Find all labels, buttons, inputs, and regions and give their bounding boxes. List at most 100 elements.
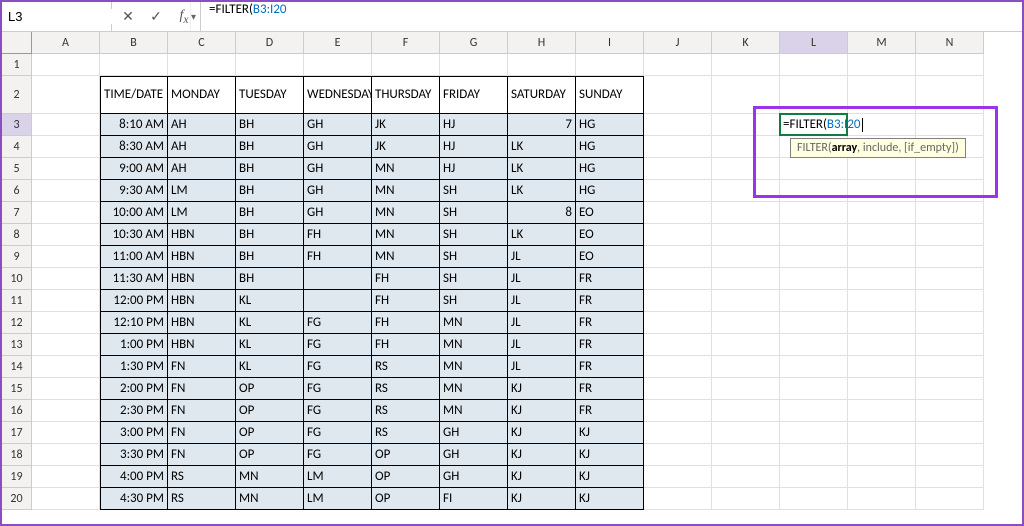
cell[interactable] <box>712 466 780 488</box>
table-cell[interactable]: KL <box>236 356 304 378</box>
table-cell[interactable]: GH <box>304 158 372 180</box>
cell[interactable] <box>644 246 712 268</box>
cell[interactable] <box>32 312 100 334</box>
table-cell[interactable]: LK <box>508 180 576 202</box>
table-header-cell[interactable]: TUESDAY <box>236 76 304 114</box>
cell[interactable] <box>848 268 916 290</box>
table-cell[interactable]: FH <box>372 312 440 334</box>
table-cell[interactable]: AH <box>168 158 236 180</box>
table-cell[interactable]: GH <box>304 202 372 224</box>
col-header[interactable]: L <box>780 32 848 54</box>
table-cell[interactable]: OP <box>236 422 304 444</box>
table-cell[interactable]: LM <box>304 466 372 488</box>
cell[interactable] <box>712 246 780 268</box>
table-cell[interactable]: OP <box>236 444 304 466</box>
cell[interactable] <box>32 136 100 158</box>
cell[interactable] <box>848 488 916 510</box>
table-cell[interactable]: KJ <box>576 422 644 444</box>
table-cell[interactable]: 1:30 PM <box>100 356 168 378</box>
row-header[interactable]: 7 <box>2 202 32 224</box>
table-cell[interactable]: LK <box>508 158 576 180</box>
table-cell[interactable]: HJ <box>440 114 508 136</box>
cell[interactable] <box>916 114 984 136</box>
table-cell[interactable]: FG <box>304 400 372 422</box>
cell[interactable] <box>32 488 100 510</box>
table-cell[interactable]: KL <box>236 312 304 334</box>
cell[interactable] <box>712 422 780 444</box>
cell[interactable] <box>100 54 168 76</box>
cell[interactable] <box>712 224 780 246</box>
table-cell[interactable]: FN <box>168 356 236 378</box>
cell[interactable] <box>644 158 712 180</box>
table-cell[interactable]: 11:00 AM <box>100 246 168 268</box>
table-cell[interactable]: FR <box>576 334 644 356</box>
table-cell[interactable]: FG <box>304 444 372 466</box>
table-cell[interactable]: FH <box>372 334 440 356</box>
cell[interactable] <box>644 378 712 400</box>
cell[interactable] <box>644 54 712 76</box>
table-cell[interactable]: 9:00 AM <box>100 158 168 180</box>
cell[interactable] <box>780 356 848 378</box>
table-cell[interactable]: BH <box>236 180 304 202</box>
cell[interactable] <box>780 158 848 180</box>
cell[interactable] <box>236 54 304 76</box>
table-cell[interactable]: 11:30 AM <box>100 268 168 290</box>
cell[interactable] <box>712 334 780 356</box>
fx-icon[interactable]: fx <box>176 8 192 26</box>
cell[interactable] <box>780 268 848 290</box>
cell[interactable] <box>848 444 916 466</box>
cell[interactable] <box>848 224 916 246</box>
cell[interactable] <box>32 466 100 488</box>
table-cell[interactable]: JL <box>508 290 576 312</box>
row-header[interactable]: 6 <box>2 180 32 202</box>
table-cell[interactable]: EO <box>576 202 644 224</box>
cell[interactable] <box>32 246 100 268</box>
row-header[interactable]: 15 <box>2 378 32 400</box>
table-cell[interactable]: JL <box>508 356 576 378</box>
cell[interactable] <box>916 378 984 400</box>
cell[interactable] <box>32 444 100 466</box>
cell[interactable] <box>372 54 440 76</box>
table-header-cell[interactable]: TIME/DATE <box>100 76 168 114</box>
table-cell[interactable]: FH <box>304 246 372 268</box>
cell[interactable] <box>916 466 984 488</box>
row-header[interactable]: 10 <box>2 268 32 290</box>
table-cell[interactable]: KJ <box>508 466 576 488</box>
cell[interactable] <box>712 290 780 312</box>
table-cell[interactable]: OP <box>236 400 304 422</box>
table-cell[interactable]: FG <box>304 378 372 400</box>
table-cell[interactable]: FI <box>440 488 508 510</box>
table-cell[interactable]: 12:00 PM <box>100 290 168 312</box>
cell[interactable] <box>780 400 848 422</box>
table-cell[interactable]: MN <box>236 466 304 488</box>
table-cell[interactable]: LK <box>508 136 576 158</box>
table-header-cell[interactable]: FRIDAY <box>440 76 508 114</box>
cell[interactable] <box>916 290 984 312</box>
table-cell[interactable]: FR <box>576 400 644 422</box>
table-cell[interactable]: FN <box>168 444 236 466</box>
table-cell[interactable]: FH <box>372 268 440 290</box>
table-cell[interactable]: LK <box>508 224 576 246</box>
cell[interactable] <box>32 54 100 76</box>
table-cell[interactable]: KJ <box>576 444 644 466</box>
table-header-cell[interactable]: MONDAY <box>168 76 236 114</box>
cell[interactable] <box>32 334 100 356</box>
cell[interactable] <box>508 54 576 76</box>
cell[interactable] <box>848 466 916 488</box>
table-cell[interactable]: SH <box>440 224 508 246</box>
table-cell[interactable]: MN <box>372 180 440 202</box>
table-cell[interactable]: EO <box>576 224 644 246</box>
table-cell[interactable]: SH <box>440 268 508 290</box>
formula-input[interactable]: =FILTER(B3:I20 <box>201 2 1022 31</box>
table-cell[interactable]: 12:10 PM <box>100 312 168 334</box>
table-header-cell[interactable]: THURSDAY <box>372 76 440 114</box>
table-cell[interactable]: FN <box>168 400 236 422</box>
cell[interactable] <box>644 312 712 334</box>
cell[interactable] <box>916 488 984 510</box>
cell[interactable] <box>32 290 100 312</box>
cell[interactable] <box>780 312 848 334</box>
cell[interactable] <box>712 158 780 180</box>
table-cell[interactable]: MN <box>372 246 440 268</box>
table-cell[interactable]: OP <box>372 466 440 488</box>
table-cell[interactable]: 7 <box>508 114 576 136</box>
